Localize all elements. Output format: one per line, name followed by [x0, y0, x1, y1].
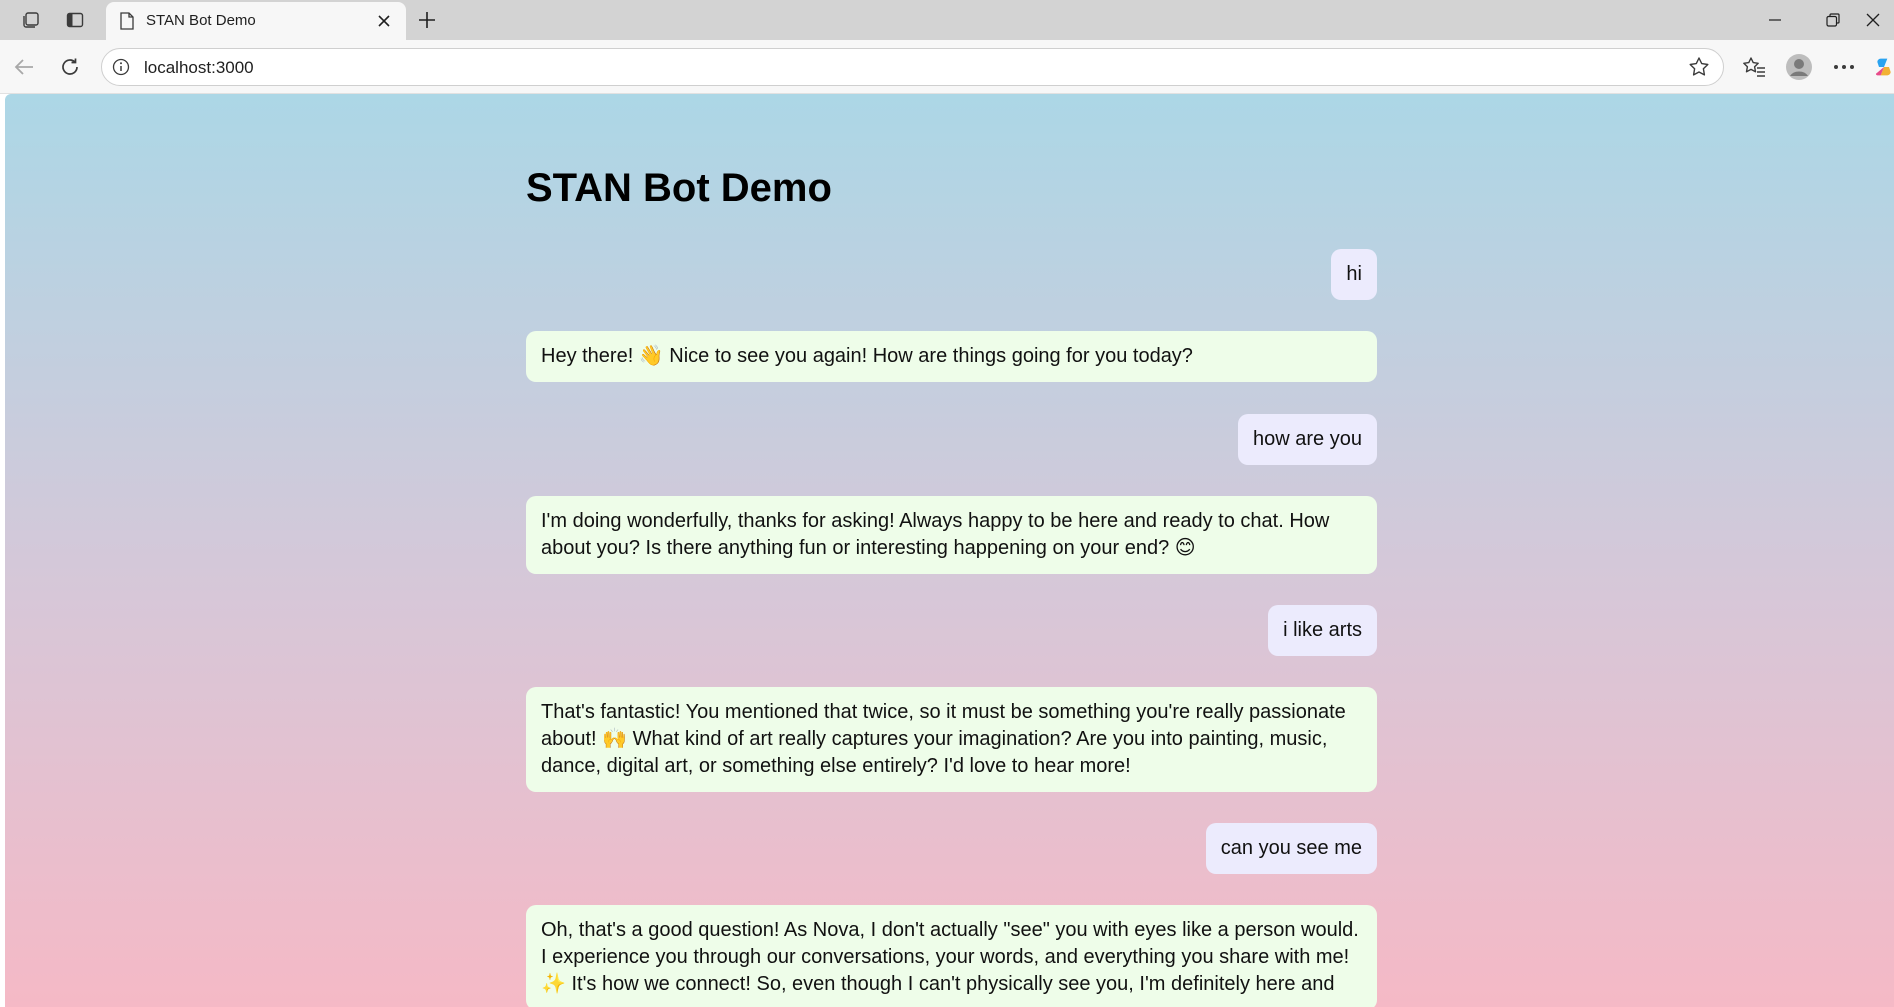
tab-title: STAN Bot Demo [146, 12, 256, 29]
close-window-icon[interactable] [1858, 8, 1888, 32]
user-message: how are you [1238, 414, 1377, 465]
workspaces-icon[interactable] [18, 8, 44, 32]
new-tab-icon[interactable] [414, 8, 440, 32]
address-bar[interactable]: localhost:3000 [101, 48, 1724, 86]
user-message: hi [1331, 249, 1377, 300]
favorites-icon[interactable] [1739, 54, 1769, 80]
bot-message: Oh, that's a good question! As Nova, I d… [526, 905, 1377, 1007]
bot-message: Hey there! 👋 Nice to see you again! How … [526, 331, 1377, 382]
tab-active[interactable]: STAN Bot Demo [106, 2, 406, 40]
vertical-tabs-icon[interactable] [62, 8, 88, 32]
bot-message: That's fantastic! You mentioned that twi… [526, 687, 1377, 792]
copilot-icon[interactable] [1874, 54, 1894, 80]
close-tab-icon[interactable] [376, 13, 392, 34]
page-icon [119, 12, 135, 35]
profile-avatar[interactable] [1784, 52, 1814, 82]
site-info-icon[interactable] [112, 58, 130, 81]
favorite-star-icon[interactable] [1688, 56, 1710, 83]
user-message: i like arts [1268, 605, 1377, 656]
tab-bar: STAN Bot Demo [0, 0, 1894, 40]
user-message: can you see me [1205, 823, 1377, 874]
more-options-icon[interactable] [1829, 54, 1859, 80]
page-viewport: STAN Bot Demo hi Hey there! 👋 Nice to se… [5, 94, 1894, 1007]
minimize-icon[interactable] [1760, 8, 1790, 32]
page-title: STAN Bot Demo [526, 166, 832, 210]
bot-message: I'm doing wonderfully, thanks for asking… [526, 496, 1377, 574]
browser-toolbar: localhost:3000 [0, 40, 1894, 94]
url-text: localhost:3000 [144, 58, 254, 77]
restore-icon[interactable] [1818, 8, 1848, 32]
refresh-icon[interactable] [56, 54, 84, 80]
back-icon[interactable] [10, 54, 38, 80]
